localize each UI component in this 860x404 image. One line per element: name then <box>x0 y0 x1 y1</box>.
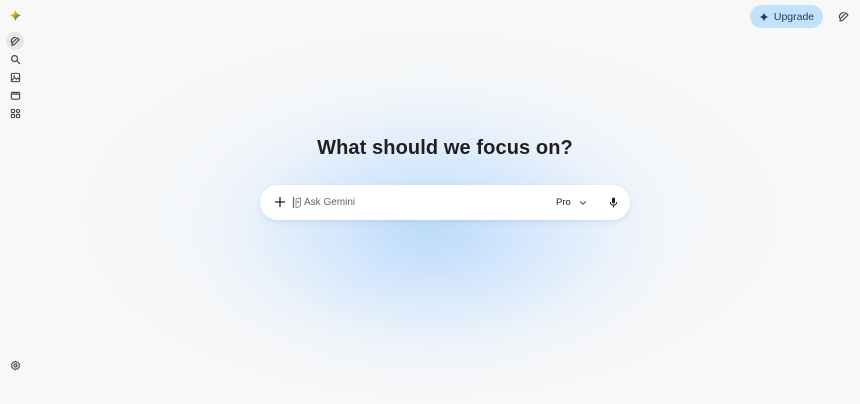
edit-icon <box>10 36 20 46</box>
sidebar-item-new-chat[interactable] <box>6 32 24 50</box>
sidebar-item-apps[interactable] <box>6 104 24 122</box>
sidebar-item-gallery[interactable] <box>6 68 24 86</box>
settings-button[interactable] <box>6 356 24 374</box>
plus-icon <box>274 196 286 208</box>
image-icon <box>10 72 20 82</box>
edit-icon <box>838 11 849 22</box>
model-label: Pro <box>556 197 571 208</box>
sidebar-item-videos[interactable] <box>6 86 24 104</box>
video-icon <box>10 91 20 100</box>
sidebar-rail <box>0 0 30 404</box>
microphone-icon <box>609 197 617 208</box>
sparkle-icon <box>759 11 769 22</box>
microphone-button[interactable] <box>606 195 620 210</box>
page-title: What should we focus on? <box>317 137 573 159</box>
upgrade-button[interactable]: Upgrade <box>750 5 823 28</box>
text-cursor-icon <box>292 197 301 209</box>
search-icon <box>10 54 20 64</box>
upgrade-label: Upgrade <box>773 10 815 23</box>
sidebar-item-search[interactable] <box>6 50 24 68</box>
chevron-down-icon <box>579 200 586 205</box>
prompt-bar: Pro <box>260 185 630 220</box>
apps-icon <box>10 108 20 118</box>
new-chat-button[interactable] <box>835 8 853 26</box>
gemini-logo-icon[interactable] <box>6 6 24 24</box>
gear-icon <box>10 360 20 370</box>
prompt-input[interactable] <box>304 194 544 211</box>
model-selector[interactable]: Pro <box>556 195 587 210</box>
add-attachment-button[interactable] <box>272 194 288 210</box>
